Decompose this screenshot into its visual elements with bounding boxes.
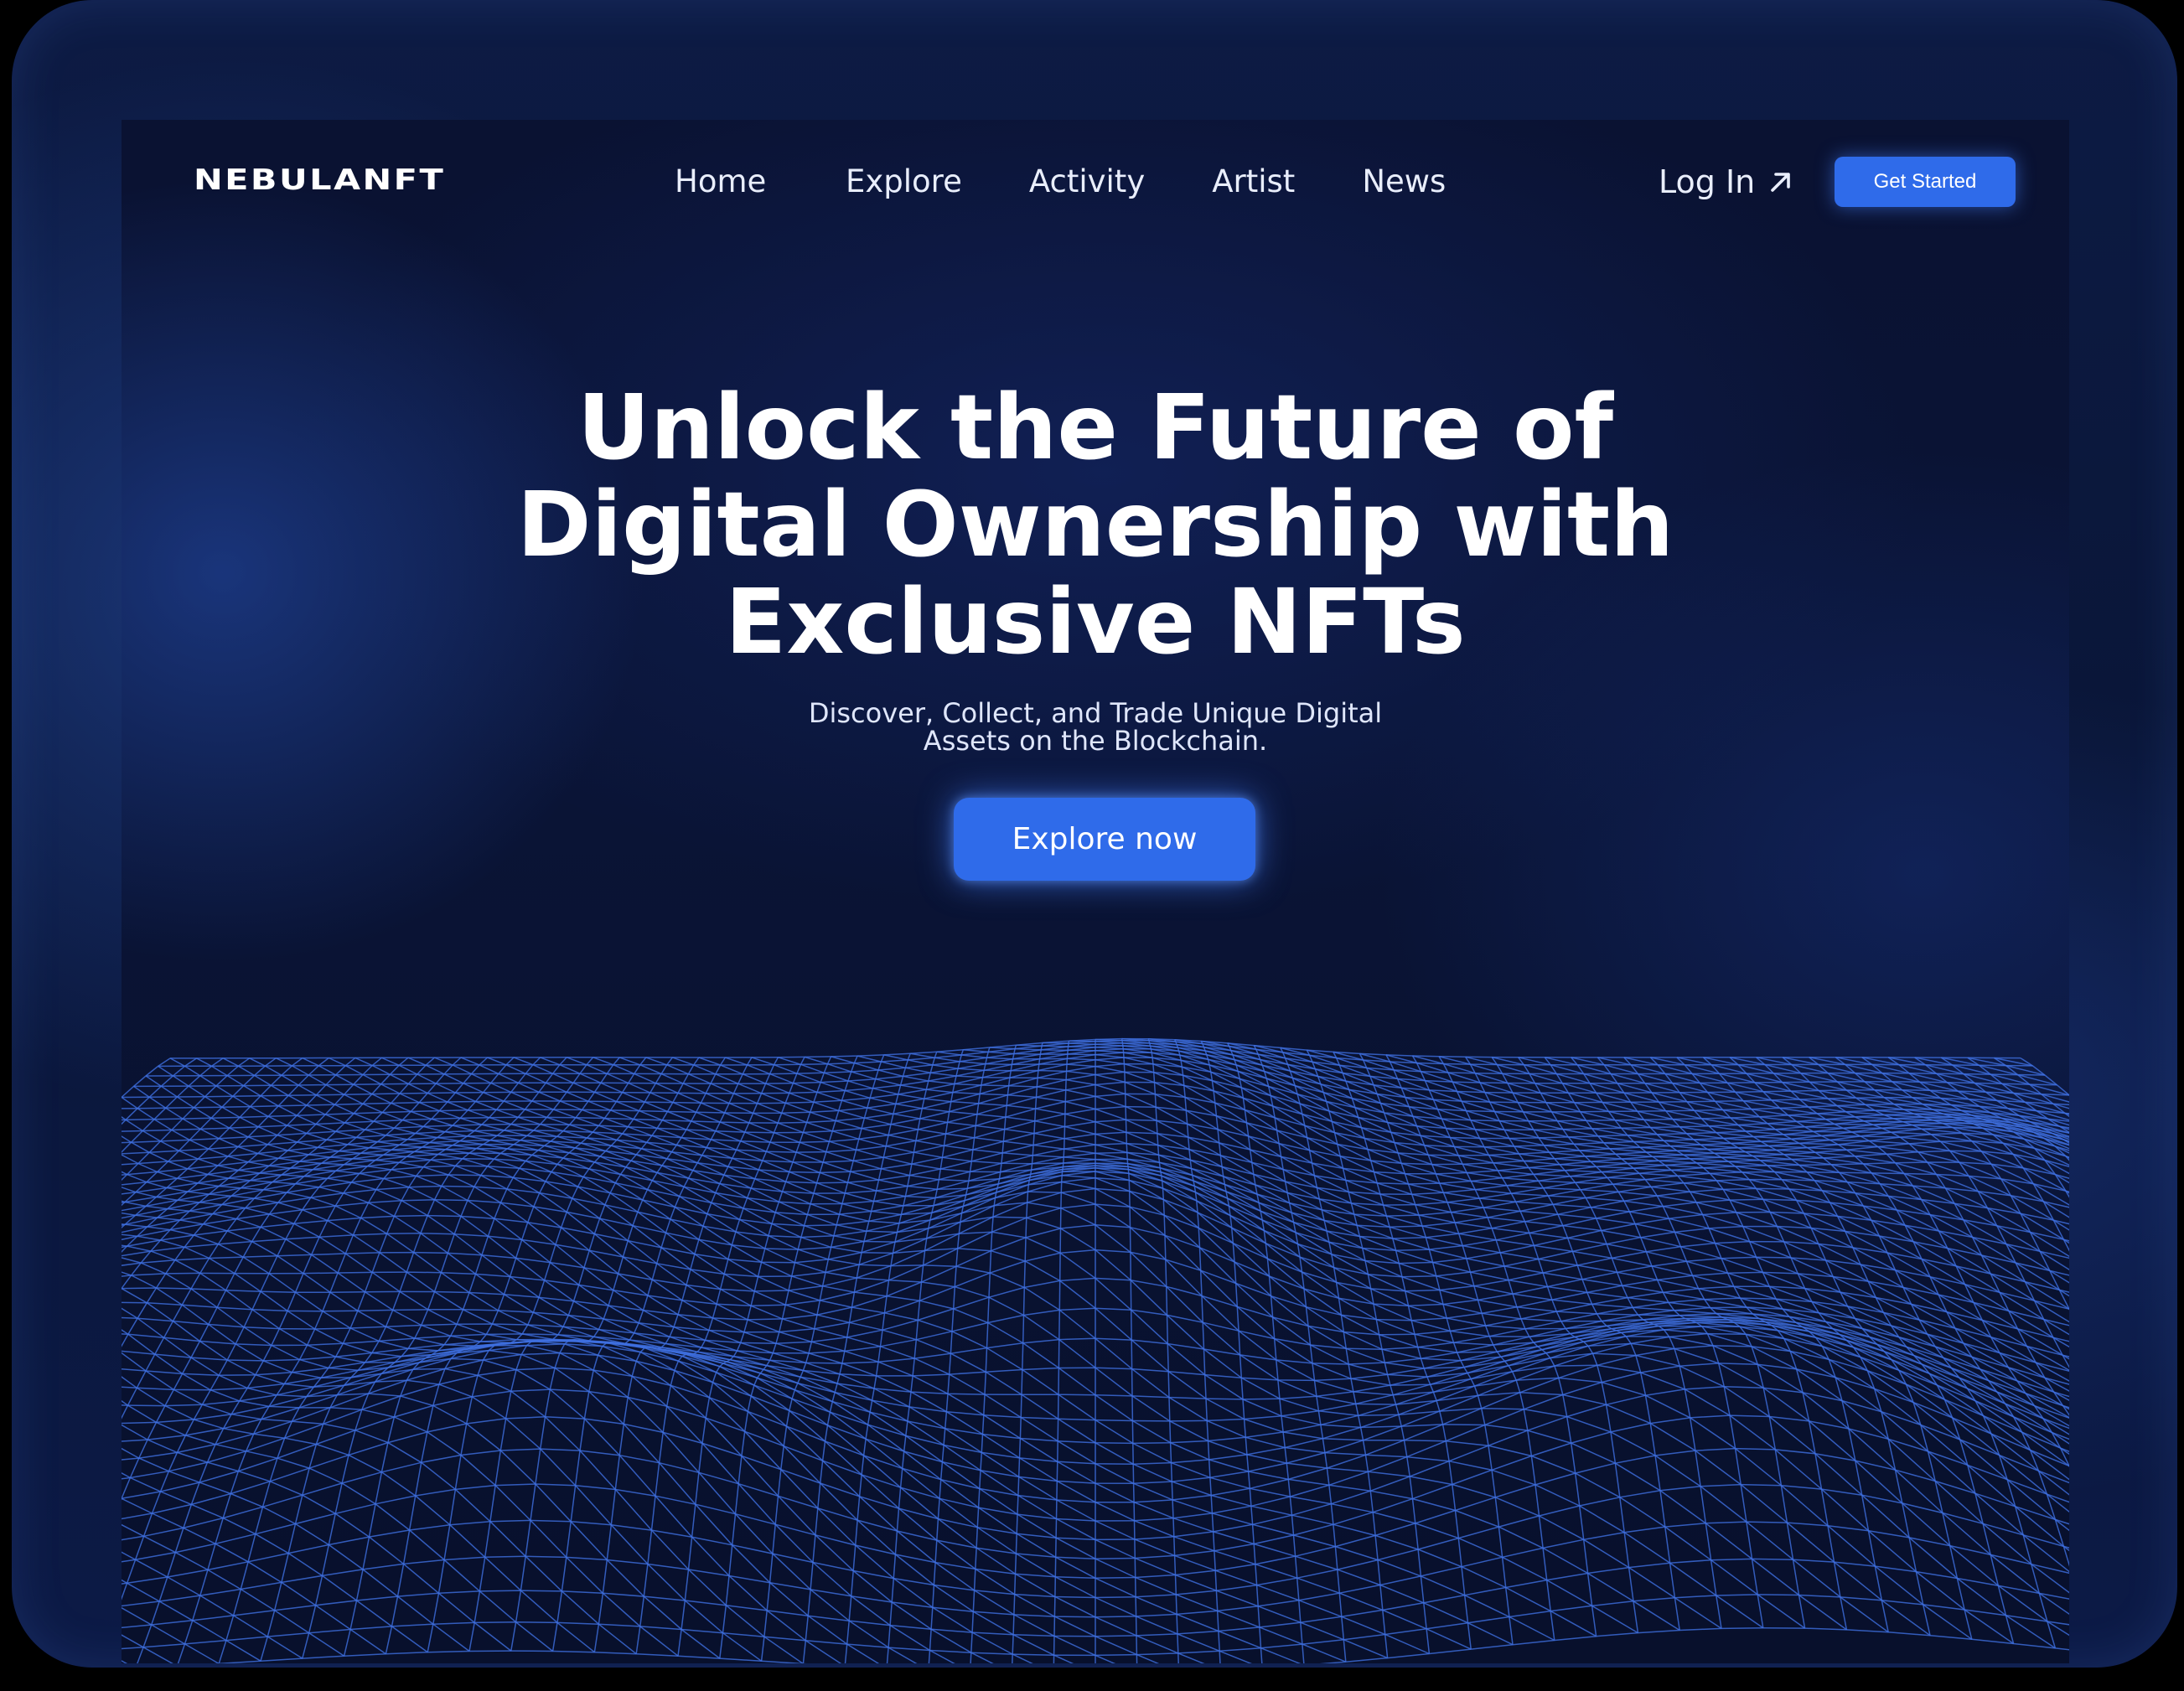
- terrain-column-line: [1200, 1041, 1263, 1663]
- terrain-diagonal-line: [122, 1287, 763, 1662]
- device-frame: NEBULANFT Home Explore Activity Artist N…: [12, 0, 2177, 1668]
- hero-title-line-1: Unlock the Future of: [577, 376, 1614, 480]
- nav-item-activity[interactable]: Activity: [1029, 163, 1145, 199]
- terrain-column-line: [122, 1058, 171, 1099]
- wireframe-terrain-illustration: [122, 1037, 2069, 1663]
- terrain-diagonal-line: [1148, 1037, 2069, 1336]
- terrain-column-line: [1940, 1057, 2069, 1145]
- terrain-diagonal-line: [122, 1200, 1033, 1663]
- hero-subtitle: Discover, Collect, and Trade Unique Digi…: [760, 700, 1431, 755]
- arrow-up-right-icon: [1771, 173, 1791, 192]
- nav-item-home[interactable]: Home: [675, 163, 779, 199]
- brand-logo[interactable]: NEBULANFT: [194, 163, 445, 197]
- nav-item-explore[interactable]: Explore: [846, 163, 962, 199]
- terrain-diagonal-line: [122, 1154, 1160, 1663]
- terrain-diagonal-line: [122, 1223, 955, 1663]
- terrain-diagonal-line: [122, 1244, 880, 1663]
- terrain-column-line: [1333, 1052, 1472, 1650]
- landing-page: NEBULANFT Home Explore Activity Artist N…: [122, 120, 2069, 1663]
- terrain-diagonal-line: [778, 1057, 2069, 1481]
- nav-menu: Home Explore Activity Artist News: [675, 163, 1513, 199]
- terrain-column-line: [122, 1058, 251, 1182]
- get-started-button[interactable]: Get Started: [1835, 157, 2016, 207]
- nav-item-news[interactable]: News: [1362, 163, 1446, 199]
- nav-item-artist[interactable]: Artist: [1212, 163, 1295, 199]
- login-link[interactable]: Log In: [1659, 163, 1795, 200]
- top-navigation: NEBULANFT Home Explore Activity Artist N…: [122, 120, 2069, 246]
- login-label: Log In: [1659, 163, 1756, 200]
- hero-title-line-3: Exclusive NFTs: [725, 571, 1466, 675]
- hero-subtitle-line-2: Assets on the Blockchain.: [923, 725, 1268, 757]
- terrain-column-line: [1053, 1041, 1070, 1663]
- explore-now-button[interactable]: Explore now: [954, 798, 1255, 881]
- hero-title: Unlock the Future of Digital Ownership w…: [341, 380, 1850, 671]
- terrain-diagonal-line: [122, 1257, 842, 1663]
- hero-title-line-2: Digital Ownership with: [516, 473, 1674, 577]
- terrain-mesh: [122, 1037, 2069, 1663]
